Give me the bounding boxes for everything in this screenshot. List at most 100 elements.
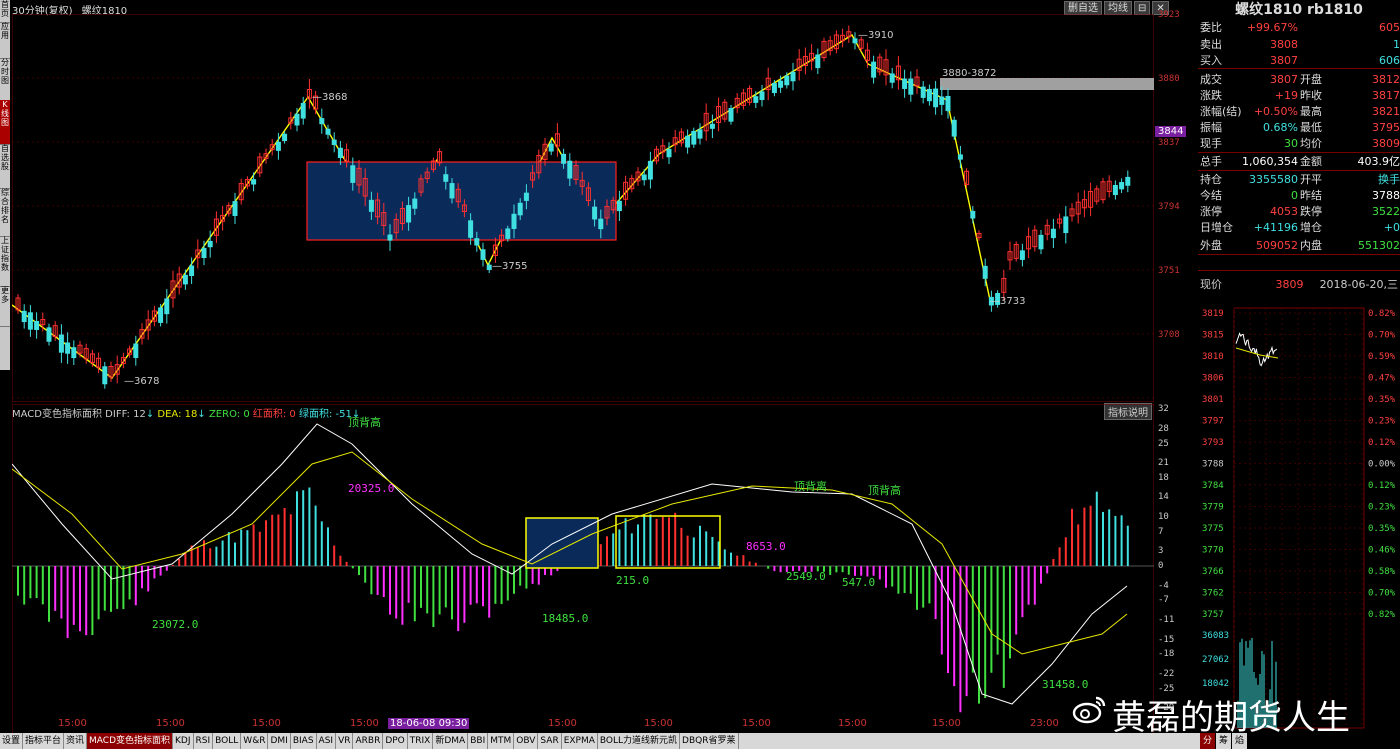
candle-body bbox=[486, 264, 492, 271]
quote-title: 螺纹1810 rb1810 bbox=[1235, 2, 1363, 18]
candle-body bbox=[133, 343, 139, 359]
intraday-mini-chart[interactable]: 3819 0.82% 3815 0.70% 3810 0.59% 3806 0.47% 3801… bbox=[1200, 300, 1400, 730]
candle-body bbox=[709, 123, 715, 129]
candle-body bbox=[300, 102, 306, 119]
macd-chart[interactable]: 顶背高顶背离 顶背高20325.023072.0 18485.0215.08653.… bbox=[12, 404, 1154, 734]
quote-l2: 开平 bbox=[1300, 173, 1322, 186]
candle-body bbox=[1038, 234, 1044, 250]
left-nav-item[interactable]: 应用 bbox=[0, 22, 10, 59]
quote-v2: 3821 bbox=[1372, 105, 1400, 118]
quote-l2: 金额 bbox=[1300, 155, 1322, 168]
candle-body bbox=[275, 141, 281, 151]
quote-row: 外盘 509052 内盘 551302 bbox=[1200, 238, 1400, 254]
quote-l2: 昨结 bbox=[1300, 189, 1322, 202]
time-axis-label: 15:00 bbox=[156, 718, 185, 729]
indicator-tab[interactable]: W&R bbox=[241, 733, 269, 749]
candle-body bbox=[647, 160, 653, 180]
quote-row: 涨幅(结) +0.50% 最高 3821 bbox=[1200, 104, 1400, 120]
mini-price-label: 3815 bbox=[1202, 331, 1224, 341]
left-nav-item[interactable]: 更多 bbox=[0, 286, 10, 327]
candle-body bbox=[207, 240, 213, 248]
indicator-tab[interactable]: TRIX bbox=[408, 733, 434, 749]
quote-l1: 涨跌 bbox=[1200, 89, 1222, 102]
macd-axis-label: -15 bbox=[1158, 634, 1175, 645]
quote-v1: +41196 bbox=[1253, 221, 1298, 234]
quote-row: 涨跌 +19 昨收 3817 bbox=[1200, 88, 1400, 104]
macd-axis-label: 25 bbox=[1158, 438, 1169, 449]
candle-body bbox=[251, 179, 257, 185]
left-nav-item[interactable]: 分时图 bbox=[0, 58, 10, 101]
mini-price-label: 3819 bbox=[1202, 309, 1224, 319]
indicator-tab[interactable]: BOLL力道线新元凯 bbox=[598, 733, 681, 749]
indicator-tab[interactable]: BOLL bbox=[213, 733, 242, 749]
mini-pct-label: 0.59% bbox=[1368, 352, 1396, 362]
price-axis-label: 3880 bbox=[1158, 74, 1180, 84]
candle-body bbox=[815, 54, 821, 69]
indicator-tab[interactable]: BBI bbox=[468, 733, 489, 749]
watermark-text: 黄磊的期货人生 bbox=[1112, 698, 1350, 738]
indicator-tab[interactable]: SAR bbox=[538, 733, 562, 749]
candle-body bbox=[1119, 182, 1125, 190]
indicator-tab[interactable]: 指标平台 bbox=[23, 733, 65, 749]
candle-body bbox=[517, 202, 523, 216]
candlestick-chart[interactable]: —3868 —3678 —3755 —3910 —3733 3880-3872 bbox=[12, 14, 1154, 402]
price-axis-label: 3837 bbox=[1158, 138, 1180, 148]
mini-price-label: 3762 bbox=[1202, 589, 1224, 599]
macd-axis-label: -7 bbox=[1158, 595, 1169, 606]
quote-v2: 403.9亿 bbox=[1357, 155, 1400, 168]
candle-body bbox=[158, 307, 164, 323]
indicator-tab[interactable]: DBQR省罗莱 bbox=[680, 733, 739, 749]
candle-body bbox=[666, 148, 672, 158]
mini-pct-label: 0.82% bbox=[1368, 309, 1396, 319]
quote-separator bbox=[1198, 270, 1400, 271]
left-nav-item[interactable]: 上证指数 bbox=[0, 236, 10, 287]
layout-icon[interactable]: ⊟ bbox=[1134, 1, 1151, 15]
macd-axis-label: -25 bbox=[1158, 683, 1175, 694]
quote-v1: 0 bbox=[1291, 189, 1298, 202]
quote-v2: 3788 bbox=[1372, 189, 1400, 202]
mini-price-label: 3793 bbox=[1202, 438, 1224, 448]
quote-v1: +0.50% bbox=[1253, 105, 1298, 118]
indicator-tab[interactable]: 新DMA bbox=[433, 733, 469, 749]
candle-body bbox=[46, 327, 52, 342]
indicator-tab[interactable]: 资讯 bbox=[64, 733, 88, 749]
indicator-tab[interactable]: 设置 bbox=[0, 733, 24, 749]
mini-pct-label: 0.23% bbox=[1368, 417, 1396, 427]
left-nav-item[interactable]: 首页 bbox=[0, 0, 10, 23]
indicator-tab[interactable]: KDJ bbox=[173, 733, 194, 749]
indicator-tab[interactable]: OBV bbox=[514, 733, 539, 749]
indicator-tab[interactable]: MACD变色指标面积 bbox=[87, 733, 174, 749]
indicator-tab[interactable]: BIAS bbox=[291, 733, 317, 749]
candle-body bbox=[1112, 184, 1118, 196]
moving-average-button[interactable]: 均线 bbox=[1104, 1, 1132, 15]
left-nav-item[interactable]: 综合排名 bbox=[0, 188, 10, 237]
left-nav-item[interactable]: K线图 bbox=[0, 100, 10, 145]
indicator-tab[interactable]: DPO bbox=[383, 733, 408, 749]
candle-body bbox=[753, 96, 759, 103]
indicator-tab[interactable]: VR bbox=[336, 733, 354, 749]
indicator-tab[interactable]: MTM bbox=[488, 733, 515, 749]
indicator-tab[interactable]: RSI bbox=[194, 733, 214, 749]
indicator-tab[interactable]: EXPMA bbox=[562, 733, 598, 749]
time-axis: 15:00 15:00 15:00 15:00 15:00 15:00 15:00 15:00… bbox=[12, 718, 1154, 732]
quote-l1: 委比 bbox=[1200, 21, 1222, 34]
candle-body bbox=[474, 238, 480, 246]
mini-vol-label: 36083 bbox=[1202, 631, 1229, 641]
candle-body bbox=[592, 206, 598, 220]
quote-row: 买入 3807 606 bbox=[1200, 53, 1400, 69]
candle-body bbox=[65, 342, 71, 354]
mini-price-label: 3797 bbox=[1202, 417, 1224, 427]
candle-body bbox=[282, 133, 288, 142]
macd-axis-label: 10 bbox=[1158, 512, 1169, 522]
price-annotation: —3733 bbox=[990, 296, 1025, 307]
indicator-tab[interactable]: ARBR bbox=[353, 733, 384, 749]
left-nav-item[interactable]: 自选股 bbox=[0, 144, 10, 189]
quote-l2: 跌停 bbox=[1300, 205, 1322, 218]
remove-favorite-button[interactable]: 删自选 bbox=[1064, 1, 1102, 15]
mini-price-label: 3757 bbox=[1202, 610, 1224, 620]
macd-axis-label: -29 bbox=[1158, 703, 1175, 714]
quote-v2: 605 bbox=[1379, 21, 1400, 34]
indicator-tab[interactable]: DMI bbox=[268, 733, 291, 749]
quote-v2: 3817 bbox=[1372, 89, 1400, 102]
indicator-tab[interactable]: ASI bbox=[317, 733, 337, 749]
